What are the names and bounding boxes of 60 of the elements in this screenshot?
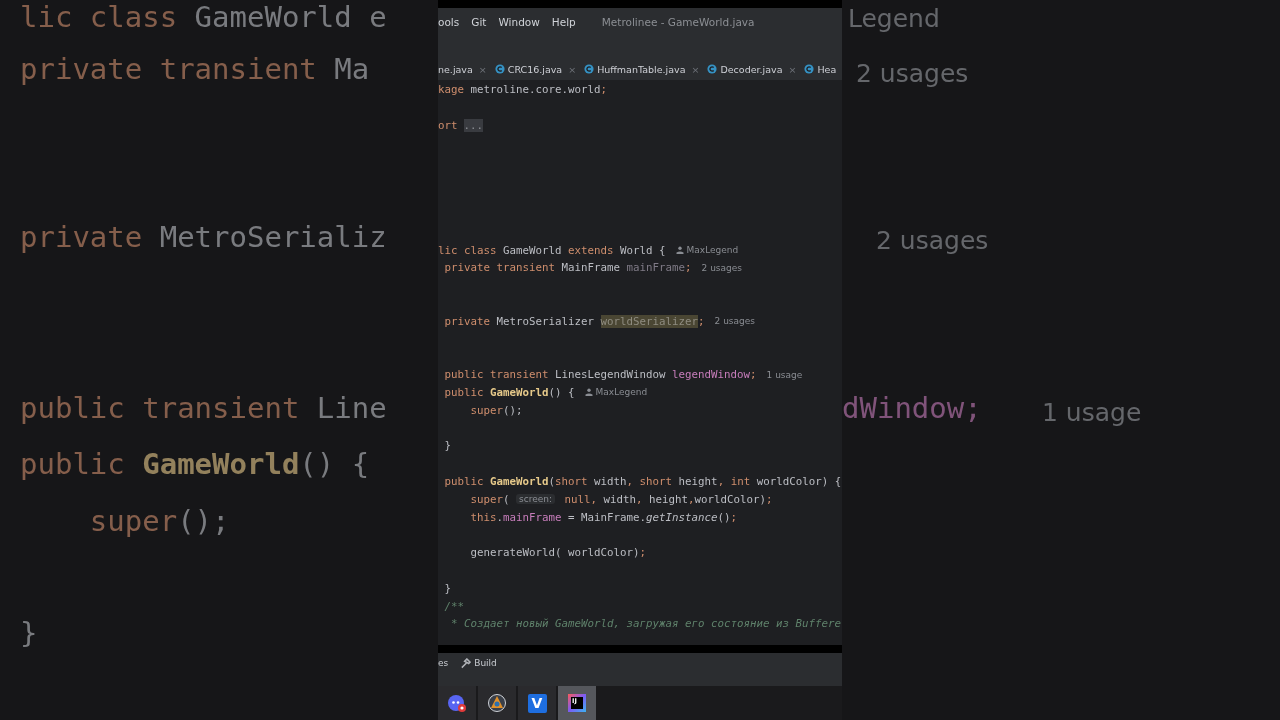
taskbar-app[interactable] [478, 686, 516, 720]
tool-window-tab[interactable]: es [438, 658, 449, 668]
usages-hint: 2 usages [701, 262, 742, 273]
hammer-icon [460, 657, 472, 669]
class-icon [584, 64, 595, 74]
code-line: public GameWorld(short width, short height, int worldColor) { [443, 474, 842, 488]
code-line: } [443, 439, 451, 453]
blurred-code-line: Legend [848, 3, 940, 35]
blurred-code-line: 1 usage [1042, 397, 1142, 429]
blurred-code-line: super(); [88, 504, 230, 538]
author-hint: MaxLegend [595, 387, 648, 398]
author-hint: MaxLegend [686, 245, 739, 256]
person-icon [584, 388, 593, 397]
class-icon [494, 64, 505, 74]
menu-item[interactable]: Git [471, 16, 487, 28]
code-line: * Создает новый GameWorld, загружая его состояние из Buffere [450, 617, 842, 631]
blurred-code-line: private transient Ma [20, 52, 370, 86]
code-line: public GameWorld() { [443, 385, 575, 399]
blurred-code-line: public transient Line [20, 391, 387, 425]
blurred-code-line: lic class GameWorld e [20, 0, 387, 34]
taskbar-app[interactable]: V [518, 686, 556, 720]
code-line: super(); [469, 403, 523, 417]
code-line: private MetroSerializer worldSerializer; [443, 314, 705, 328]
usages-hint: 2 usages [714, 316, 755, 327]
chat-app-icon [447, 693, 467, 713]
app-letter-icon: V [527, 693, 547, 713]
editor-tab[interactable]: ne.java × [438, 63, 487, 75]
code-line: ort ... [438, 119, 484, 132]
code-line: private transient MainFrame mainFrame; [443, 261, 692, 275]
blurred-code-line: private MetroSerializ [20, 220, 387, 254]
editor-tab[interactable]: HuffmanTable.java × [584, 63, 700, 75]
editor-tab[interactable]: Hea [804, 63, 837, 75]
usages-hint: 1 usage [766, 369, 803, 380]
code-line: null, width, height,worldColor); [563, 492, 773, 506]
blurred-code-line: dWindow; [842, 391, 982, 425]
menu-item[interactable]: Window [498, 16, 540, 28]
code-line: lic class GameWorld extends World { [438, 243, 666, 257]
orb-app-icon [487, 693, 507, 713]
class-icon [804, 64, 815, 74]
blurred-code-line: public GameWorld() { [20, 447, 370, 481]
tool-window-tab[interactable]: Build [460, 657, 497, 669]
menu-item[interactable]: ools [438, 16, 460, 28]
code-line: this.mainFrame = MainFrame.getInstance(); [469, 510, 738, 524]
taskbar-app[interactable] [438, 686, 476, 720]
editor-tab[interactable]: CRC16.java × [494, 63, 577, 75]
code-line: } [443, 581, 451, 595]
code-line: generateWorld( worldColor); [469, 546, 647, 560]
code-line: super( [469, 492, 511, 506]
code-line: public transient LinesLegendWindow legendWindow; [443, 368, 757, 382]
code-line: kage metroline.core.world; [438, 83, 608, 97]
code-line: /** [443, 599, 464, 613]
blurred-code-line: 2 usages [856, 58, 969, 90]
parameter-hint: screen: [516, 494, 555, 505]
blurred-code-line: } [20, 616, 38, 650]
editor-tab[interactable]: Decoder.java × [707, 63, 797, 75]
window-title: Metrolinee - GameWorld.java [601, 16, 755, 28]
blurred-code-line: 2 usages [876, 225, 989, 257]
menu-item[interactable]: Help [551, 16, 576, 28]
class-icon [707, 64, 718, 74]
person-icon [675, 246, 684, 255]
